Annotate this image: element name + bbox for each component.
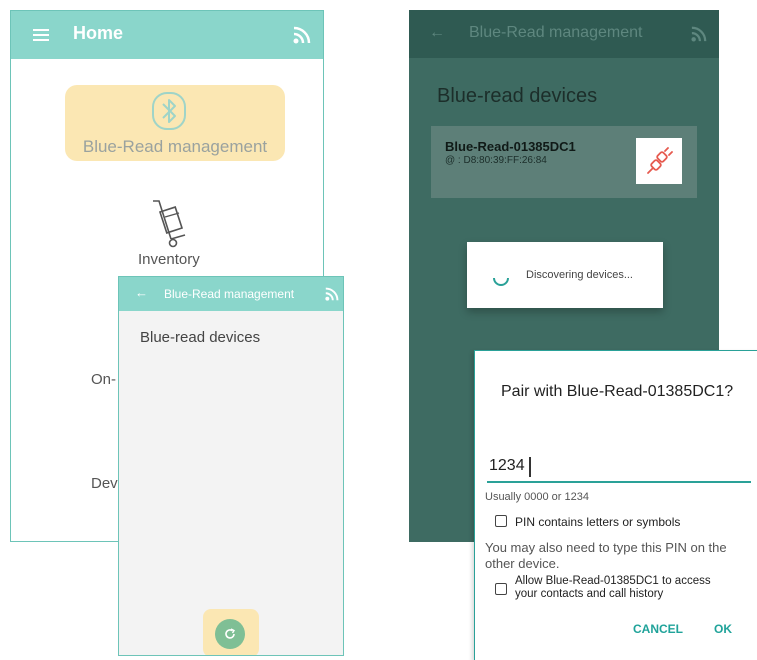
discovering-dialog: Discovering devices... (467, 242, 663, 308)
hand-truck-icon (153, 200, 186, 248)
management-screen: ← Blue-Read management Blue-read devices (118, 276, 344, 656)
dev-label[interactable]: Dev (91, 475, 118, 492)
pin-letters-label: PIN contains letters or symbols (515, 515, 681, 529)
device-name: Blue-Read-01385DC1 (445, 139, 576, 154)
discovering-text: Discovering devices... (526, 269, 633, 281)
cancel-button[interactable]: CANCEL (633, 622, 683, 636)
ok-button[interactable]: OK (714, 622, 732, 636)
pair-dialog: Pair with Blue-Read-01385DC1? 1234 Usual… (474, 350, 757, 660)
blue-read-management-label: Blue-Read management (82, 137, 268, 156)
text-caret (529, 457, 531, 477)
pair-button[interactable] (636, 138, 682, 184)
refresh-tile (203, 609, 259, 655)
home-title: Home (73, 23, 124, 43)
management-title: Blue-Read management (164, 287, 295, 301)
spinner-icon (493, 277, 509, 286)
pin-note: You may also need to type this PIN on th… (485, 540, 727, 571)
blue-read-management-tile[interactable]: Blue-Read management (65, 85, 285, 161)
management-heading: Blue-read devices (140, 329, 261, 346)
allow-access-checkbox[interactable] (495, 583, 507, 595)
rss-icon[interactable] (293, 26, 311, 44)
dimmed-app-bar: ← Blue-Read management (409, 10, 719, 58)
pin-hint: Usually 0000 or 1234 (485, 491, 589, 503)
home-app-bar: Home (11, 11, 323, 59)
pair-dialog-title: Pair with Blue-Read-01385DC1? (501, 383, 734, 400)
bluetooth-icon (152, 92, 186, 130)
pin-input[interactable]: 1234 (489, 457, 525, 475)
refresh-button[interactable] (215, 619, 245, 649)
plug-icon (647, 147, 673, 174)
on-label[interactable]: On- (91, 371, 116, 388)
pin-letters-checkbox[interactable] (495, 515, 507, 527)
allow-access-label: Allow Blue-Read-01385DC1 to access your … (515, 575, 711, 600)
management-app-bar: ← Blue-Read management (119, 277, 343, 311)
dimmed-heading: Blue-read devices (437, 85, 598, 107)
menu-icon[interactable] (33, 29, 49, 41)
rss-icon[interactable] (325, 287, 339, 301)
dimmed-title: Blue-Read management (469, 24, 643, 41)
pin-input-underline (487, 481, 751, 483)
back-arrow-icon[interactable]: ← (135, 285, 148, 300)
rss-icon[interactable] (691, 26, 707, 42)
inventory-label[interactable]: Inventory (138, 251, 200, 268)
device-mac: @ : D8:80:39:FF:26:84 (445, 155, 547, 166)
refresh-icon (225, 628, 235, 639)
back-arrow-icon[interactable]: ← (429, 24, 445, 42)
